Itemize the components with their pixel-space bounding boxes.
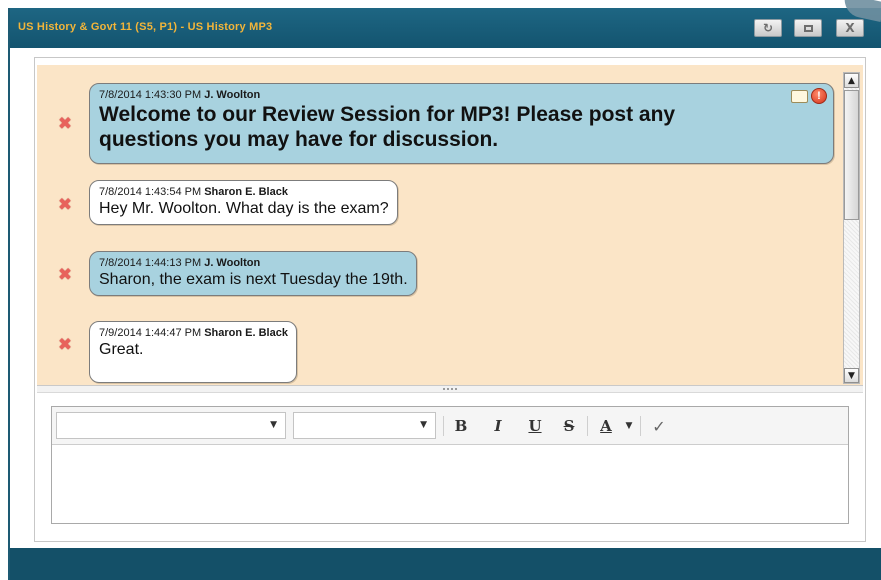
splitter-grip-icon[interactable] <box>443 388 459 390</box>
message-bubble: 7/8/2014 1:43:30 PM J. Woolton Welcome t… <box>89 83 834 164</box>
pane-splitter[interactable] <box>37 385 863 393</box>
refresh-button[interactable]: ↻ <box>754 19 782 37</box>
underline-button[interactable]: U <box>526 416 544 436</box>
editor-toolbar: ▼ ▼ B I U S A ▼ ✓ <box>52 407 848 445</box>
delete-message-icon[interactable]: ✖ <box>57 196 73 213</box>
footer-bar <box>10 548 881 580</box>
refresh-icon: ↻ <box>762 21 774 35</box>
italic-button[interactable]: I <box>489 416 507 436</box>
message-timestamp: 7/8/2014 1:43:30 PM <box>99 89 202 101</box>
message-text: Hey Mr. Woolton. What day is the exam? <box>99 200 389 217</box>
scroll-up-icon[interactable]: ▲ <box>844 73 859 88</box>
font-color-dropdown[interactable]: ▼ <box>620 416 638 436</box>
delete-message-icon[interactable]: ✖ <box>57 115 73 132</box>
chevron-down-icon: ▼ <box>420 420 427 430</box>
scroll-down-icon[interactable]: ▼ <box>844 368 859 383</box>
restore-icon <box>803 24 813 32</box>
folder-icon[interactable] <box>791 89 808 103</box>
message-meta: 7/8/2014 1:44:13 PM J. Woolton <box>99 257 408 270</box>
message-bubble: 7/9/2014 1:44:47 PM Sharon E. Black Grea… <box>89 321 297 383</box>
restore-button[interactable] <box>794 19 822 37</box>
font-color-label: A <box>600 417 612 435</box>
toolbar-divider <box>443 416 444 436</box>
message-text: Great. <box>99 341 144 358</box>
message-actions: ! <box>791 88 827 104</box>
strikethrough-button[interactable]: S <box>560 416 578 436</box>
toolbar-divider <box>640 416 641 436</box>
message-editor: ▼ ▼ B I U S A ▼ ✓ <box>51 406 849 524</box>
delete-message-icon[interactable]: ✖ <box>57 266 73 283</box>
alert-icon[interactable]: ! <box>811 88 827 104</box>
close-icon: X <box>845 21 855 35</box>
title-bar[interactable]: US History & Govt 11 (S5, P1) - US Histo… <box>10 0 881 48</box>
message-scrollbar[interactable]: ▲ ▼ <box>843 72 860 384</box>
message-meta: 7/8/2014 1:43:54 PM Sharon E. Black <box>99 186 389 199</box>
message-text: Welcome to our Review Session for MP3! P… <box>99 103 676 151</box>
font-family-select[interactable]: ▼ <box>56 412 286 439</box>
scroll-thumb[interactable] <box>844 90 859 220</box>
delete-message-icon[interactable]: ✖ <box>57 336 73 353</box>
chevron-down-icon: ▼ <box>270 420 277 430</box>
message-bubble: 7/8/2014 1:43:54 PM Sharon E. Black Hey … <box>89 180 398 225</box>
font-color-button[interactable]: A <box>596 416 616 436</box>
message-timestamp: 7/8/2014 1:44:13 PM <box>99 257 202 269</box>
close-button[interactable]: X <box>836 19 864 37</box>
message-input[interactable] <box>52 446 848 523</box>
window-title: US History & Govt 11 (S5, P1) - US Histo… <box>18 21 273 33</box>
message-author: Sharon E. Black <box>204 327 288 339</box>
chat-window: US History & Govt 11 (S5, P1) - US Histo… <box>8 0 881 580</box>
message-author: J. Woolton <box>204 257 261 269</box>
font-size-select[interactable]: ▼ <box>293 412 436 439</box>
toolbar-divider <box>587 416 588 436</box>
message-author: J. Woolton <box>204 89 261 101</box>
message-timestamp: 7/8/2014 1:43:54 PM <box>99 186 202 198</box>
message-list: ✖ 7/8/2014 1:43:30 PM J. Woolton Welcome… <box>37 65 863 385</box>
chat-panel: ✖ 7/8/2014 1:43:30 PM J. Woolton Welcome… <box>34 57 866 542</box>
message-text: Sharon, the exam is next Tuesday the 19t… <box>99 271 408 288</box>
message-meta: 7/9/2014 1:44:47 PM Sharon E. Black <box>99 327 288 340</box>
message-meta: 7/8/2014 1:43:30 PM J. Woolton <box>99 89 825 102</box>
spellcheck-icon[interactable]: ✓ <box>650 416 668 436</box>
message-bubble: 7/8/2014 1:44:13 PM J. Woolton Sharon, t… <box>89 251 417 296</box>
message-author: Sharon E. Black <box>204 186 288 198</box>
bold-button[interactable]: B <box>452 416 470 436</box>
message-timestamp: 7/9/2014 1:44:47 PM <box>99 327 202 339</box>
